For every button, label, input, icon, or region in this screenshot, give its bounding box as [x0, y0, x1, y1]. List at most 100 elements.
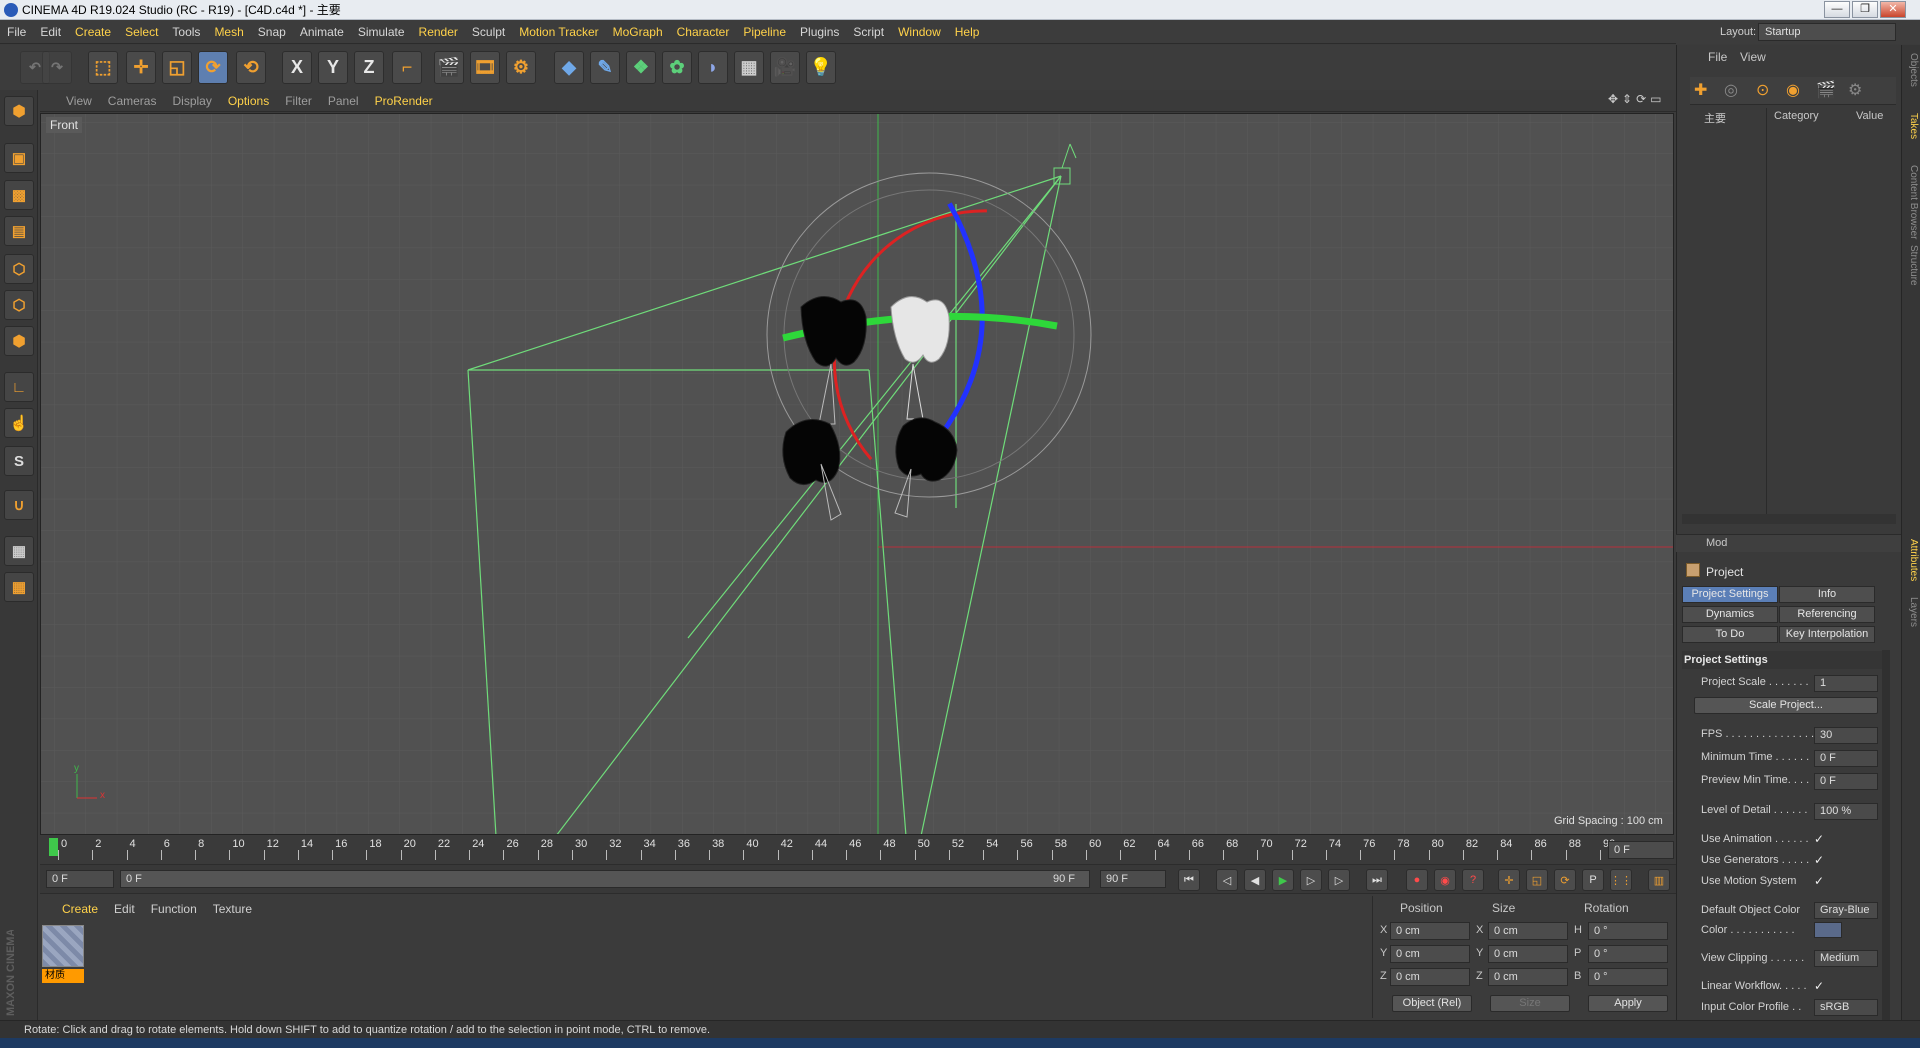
close-button[interactable]: ✕	[1880, 1, 1906, 18]
make-editable-icon[interactable]: ⬢	[4, 96, 34, 126]
menu-plugins[interactable]: Plugins	[793, 20, 846, 44]
project-scale-field[interactable]: 1	[1814, 675, 1878, 692]
linear-workflow-checkbox[interactable]: ✓	[1814, 979, 1828, 993]
view-clipping-select[interactable]: Medium	[1814, 950, 1878, 967]
minimum-time-field[interactable]: 0 F	[1814, 750, 1878, 767]
default-object-color-select[interactable]: Gray-Blue	[1814, 902, 1878, 919]
size-mode-select[interactable]: Size	[1490, 995, 1570, 1012]
color-swatch[interactable]	[1814, 922, 1842, 938]
object-menu-file[interactable]: File	[1708, 50, 1727, 64]
menu-snap[interactable]: Snap	[251, 20, 293, 44]
playhead[interactable]	[49, 838, 58, 856]
workplane-mode-icon[interactable]: ▤	[4, 216, 34, 246]
take-override-icon[interactable]: ◎	[1724, 80, 1738, 100]
menu-sculpt[interactable]: Sculpt	[465, 20, 512, 44]
y-axis-lock-button[interactable]: Y	[318, 51, 348, 84]
range-slider[interactable]: 0 F 90 F	[120, 870, 1090, 888]
viewport-menu-view[interactable]: View	[58, 90, 100, 112]
x-axis-lock-button[interactable]: X	[282, 51, 312, 84]
tab-key-interpolation[interactable]: Key Interpolation	[1779, 626, 1875, 643]
timeline-window-icon[interactable]: ▥	[1648, 869, 1670, 891]
end-frame-field[interactable]: 90 F	[1100, 870, 1166, 888]
tab-project-settings[interactable]: Project Settings	[1682, 586, 1778, 603]
axis-mode-icon[interactable]: ∟	[4, 372, 34, 402]
rotate-tool-icon[interactable]: ⟳	[198, 51, 228, 84]
pen-spline-icon[interactable]: ✎	[590, 51, 620, 84]
render-settings-icon[interactable]: ⚙	[506, 51, 536, 84]
current-frame-field[interactable]: 0 F	[1608, 841, 1674, 859]
cloner-icon[interactable]: ✿	[662, 51, 692, 84]
coord-mode-select[interactable]: Object (Rel)	[1392, 995, 1472, 1012]
minimize-button[interactable]: —	[1824, 1, 1850, 18]
planar-workplane-icon[interactable]: ▦	[4, 572, 34, 602]
side-tab-attributes[interactable]: Attributes	[1904, 539, 1919, 581]
menu-motion-tracker[interactable]: Motion Tracker	[512, 20, 605, 44]
take-lock-icon[interactable]: ◉	[1786, 80, 1800, 100]
camera-icon[interactable]: 🎥	[770, 51, 800, 84]
takes-icon[interactable]: ✚	[1694, 80, 1707, 100]
texture-mode-icon[interactable]: ▩	[4, 180, 34, 210]
attributes-scrollbar[interactable]	[1882, 650, 1890, 1020]
points-mode-icon[interactable]: ⬡	[4, 254, 34, 284]
menu-render[interactable]: Render	[412, 20, 465, 44]
scale-project-button[interactable]: Scale Project...	[1694, 697, 1878, 714]
render-picture-viewer-icon[interactable]: 🎞	[470, 51, 500, 84]
side-tab-structure[interactable]: Structure	[1904, 245, 1919, 286]
record-position-icon[interactable]: ✛	[1498, 869, 1520, 891]
previous-key-icon[interactable]: ◁	[1216, 869, 1238, 891]
material-menu-texture[interactable]: Texture	[205, 896, 260, 922]
play-icon[interactable]: ▶	[1272, 869, 1294, 891]
viewport-3d[interactable]	[40, 113, 1674, 835]
timeline-ruler[interactable]: 0 2 4 6 8 10 12 14 16 18 20 22 24 26 28 30 32 34 36 38 40 42 4…	[40, 836, 1676, 864]
record-rotation-icon[interactable]: ⟳	[1554, 869, 1576, 891]
redo-icon[interactable]: ↷	[42, 51, 72, 84]
floor-icon[interactable]: ▦	[734, 51, 764, 84]
apply-button[interactable]: Apply	[1588, 995, 1668, 1012]
input-color-profile-select[interactable]: sRGB	[1814, 999, 1878, 1016]
render-view-icon[interactable]: 🎬	[434, 51, 464, 84]
recent-tool-icon[interactable]: ⟲	[236, 51, 266, 84]
position-field[interactable]: 0 cm	[1390, 922, 1470, 940]
model-mode-icon[interactable]: ▣	[4, 143, 34, 173]
viewport-menu-prorender[interactable]: ProRender	[367, 90, 441, 112]
z-axis-lock-button[interactable]: Z	[354, 51, 384, 84]
record-pla-icon[interactable]: ⋮⋮	[1610, 869, 1632, 891]
viewport-menu-filter[interactable]: Filter	[277, 90, 320, 112]
previous-frame-icon[interactable]: ◀	[1244, 869, 1266, 891]
attributes-mode-menu[interactable]: Mod	[1706, 537, 1727, 549]
viewport-menu-options[interactable]: Options	[220, 90, 277, 112]
edges-mode-icon[interactable]: ⬡	[4, 290, 34, 320]
size-field[interactable]: 0 cm	[1488, 968, 1568, 986]
deformer-icon[interactable]: ◗	[698, 51, 728, 84]
record-keys-icon[interactable]: ●	[1406, 869, 1428, 891]
go-to-end-icon[interactable]: ⏭	[1366, 869, 1388, 891]
size-field[interactable]: 0 cm	[1488, 945, 1568, 963]
lock-workplane-icon[interactable]: ▦	[4, 536, 34, 566]
tab-info[interactable]: Info	[1779, 586, 1875, 603]
rotation-field[interactable]: 0 °	[1588, 945, 1668, 963]
take-auto-icon[interactable]: ⊙	[1756, 80, 1769, 100]
rotation-field[interactable]: 0 °	[1588, 968, 1668, 986]
menu-pipeline[interactable]: Pipeline	[736, 20, 793, 44]
menu-simulate[interactable]: Simulate	[351, 20, 412, 44]
maximize-button[interactable]: ❐	[1852, 1, 1878, 18]
menu-file[interactable]: File	[0, 20, 33, 44]
scale-tool-icon[interactable]: ◱	[162, 51, 192, 84]
side-tab-layers[interactable]: Layers	[1904, 597, 1919, 627]
take-render-icon[interactable]: 🎬	[1816, 80, 1836, 100]
go-to-start-icon[interactable]: ⏮	[1178, 869, 1200, 891]
material-name[interactable]: 材质	[42, 969, 84, 983]
menu-help[interactable]: Help	[948, 20, 987, 44]
record-parameter-icon[interactable]: P	[1582, 869, 1604, 891]
level-of-detail-field[interactable]: 100 %	[1814, 803, 1878, 820]
side-tab-takes[interactable]: Takes	[1904, 113, 1919, 139]
material-menu-create[interactable]: Create	[54, 896, 106, 922]
viewport-menu-panel[interactable]: Panel	[320, 90, 367, 112]
menu-select[interactable]: Select	[118, 20, 165, 44]
viewport-scene[interactable]	[41, 114, 1674, 835]
record-scale-icon[interactable]: ◱	[1526, 869, 1548, 891]
menu-script[interactable]: Script	[846, 20, 891, 44]
use-motion-checkbox[interactable]: ✓	[1814, 874, 1828, 888]
tab-dynamics[interactable]: Dynamics	[1682, 606, 1778, 623]
layout-select[interactable]: Startup	[1758, 23, 1896, 41]
